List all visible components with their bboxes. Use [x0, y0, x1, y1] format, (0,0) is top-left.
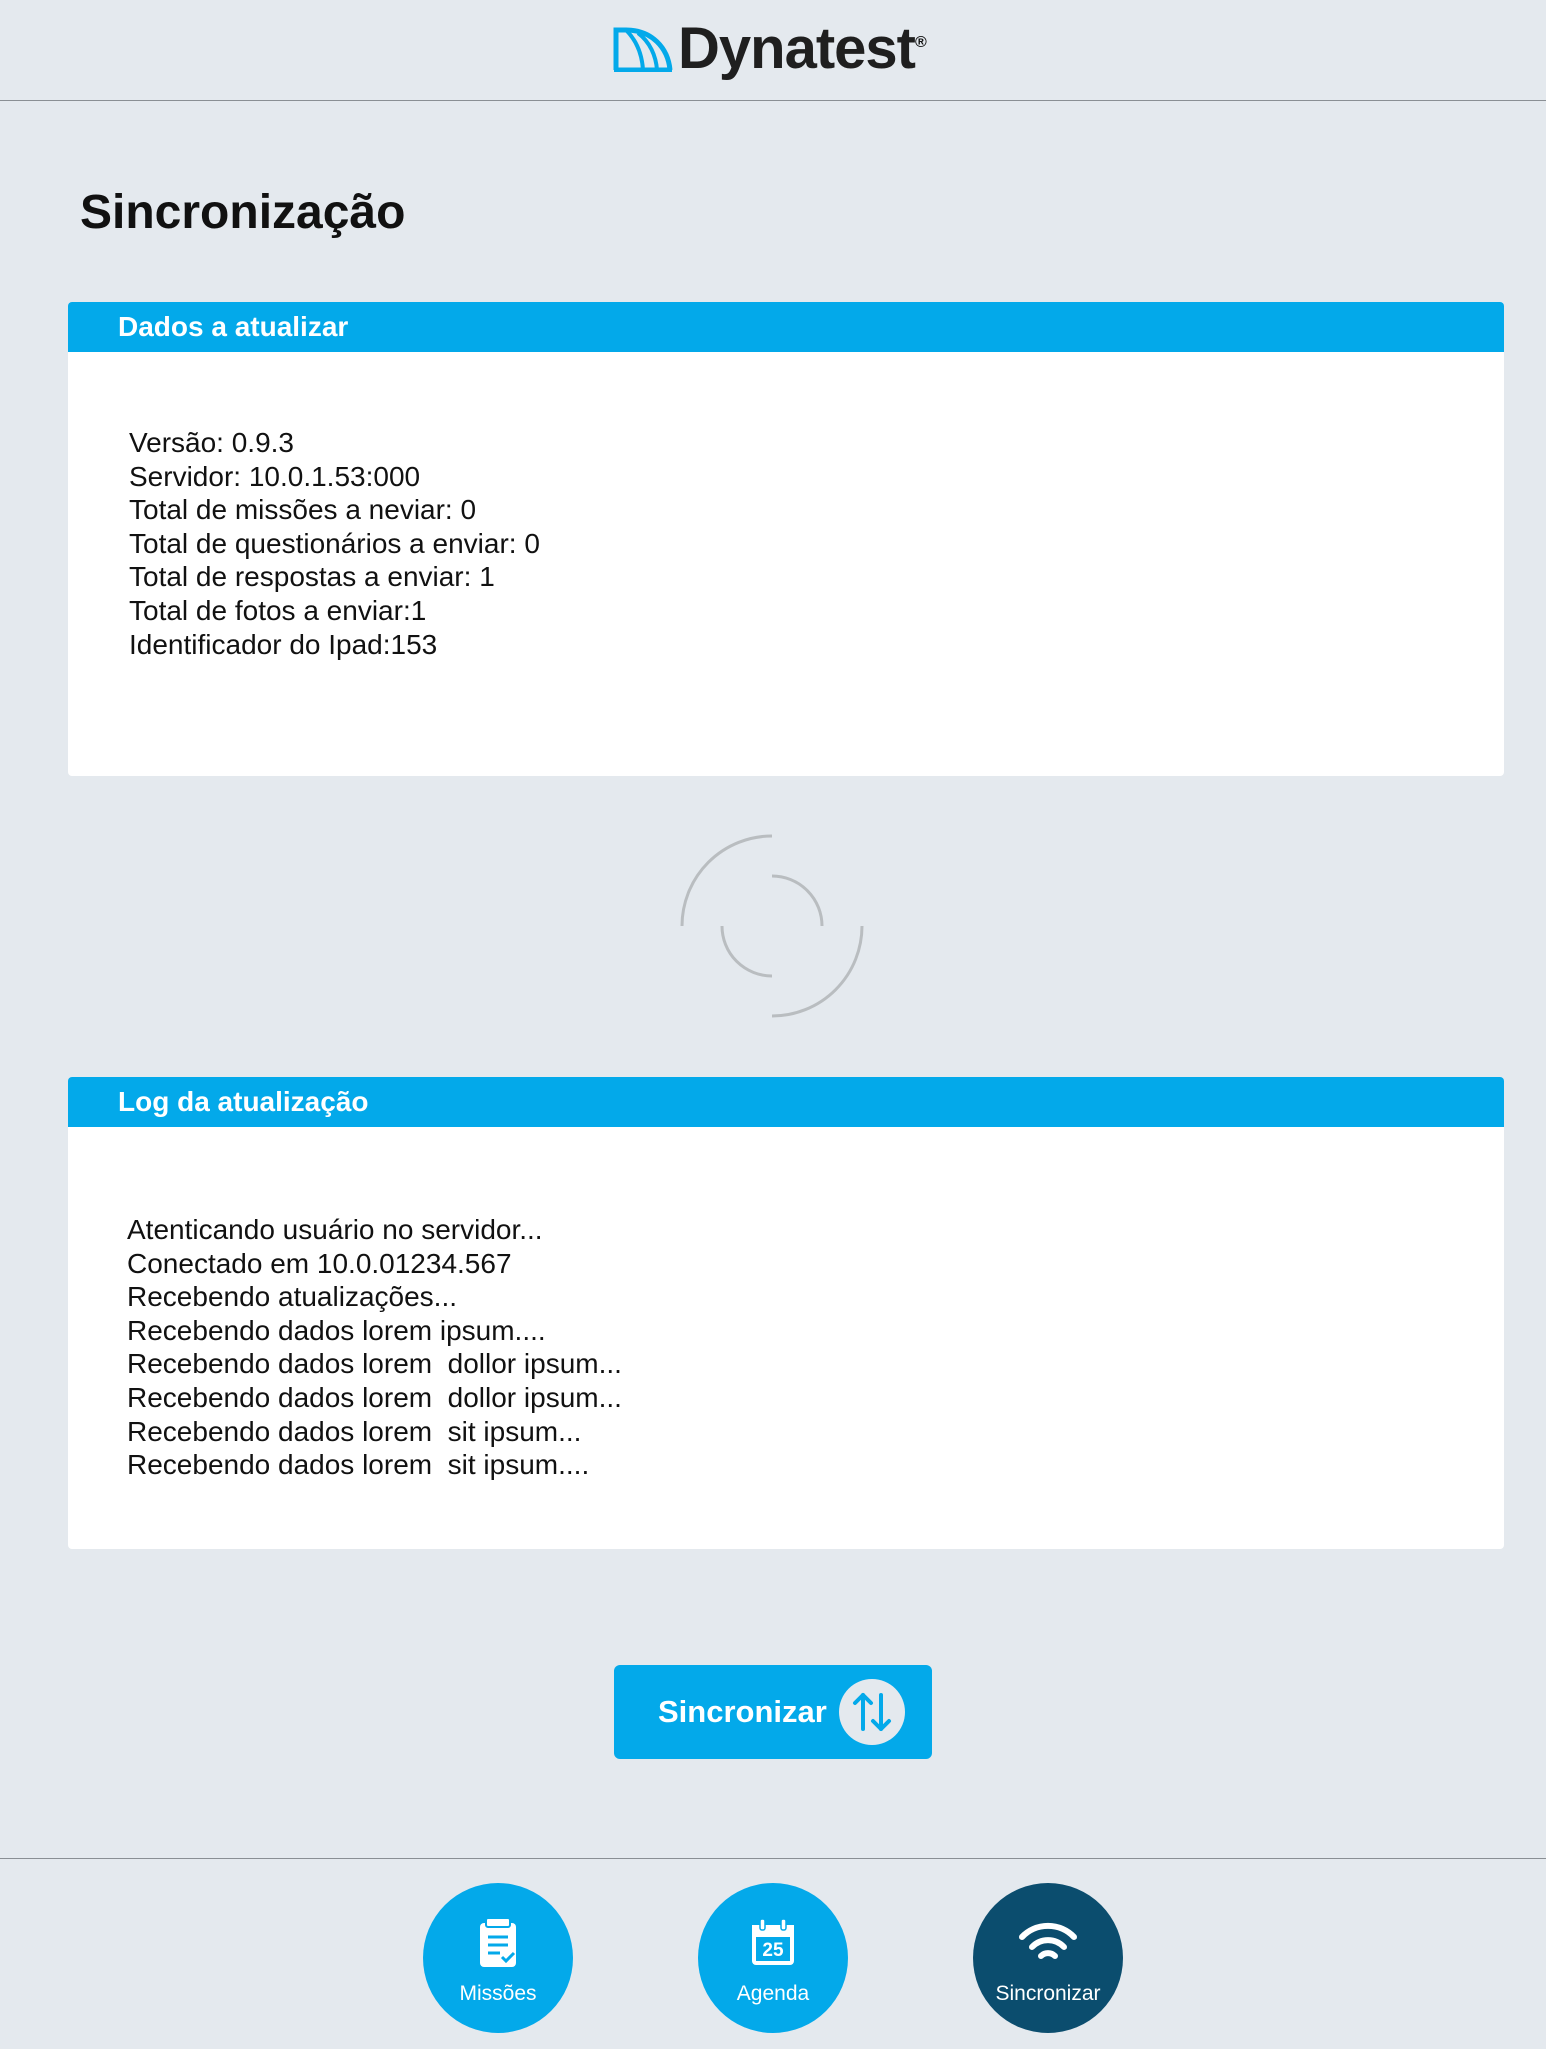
data-line: Versão: 0.9.3 [129, 427, 295, 458]
wifi-icon [1019, 1922, 1077, 1959]
log-line: Recebendo dados lorem sit ipsum... [127, 1415, 582, 1447]
nav-agenda-label: Agenda [736, 1982, 810, 2005]
logo-registered-mark: ® [914, 34, 927, 51]
sync-button-label: Sincronizar [658, 1694, 827, 1729]
data-line: Identificador do Ipad:153 [129, 628, 438, 660]
sync-button[interactable]: Sincronizar [614, 1665, 932, 1759]
log-panel-title: Log da atualização [68, 1077, 1504, 1127]
sync-arrows-icon [839, 1679, 905, 1745]
page-title: Sincronização [80, 186, 406, 239]
log-line: Recebendo dados lorem dollor ipsum... [127, 1348, 622, 1380]
nav-sincronizar-button[interactable]: Sincronizar [973, 1883, 1123, 2033]
nav-missoes-button[interactable]: Missões [423, 1883, 573, 2033]
data-panel-title: Dados a atualizar [68, 302, 1504, 352]
log-line: Recebendo dados lorem dollor ipsum... [127, 1381, 622, 1413]
logo-mark-icon [613, 27, 673, 72]
data-line: Total de questionários a enviar: 0 [129, 527, 540, 559]
log-line: Atenticando usuário no servidor... [127, 1214, 543, 1245]
log-line: Recebendo dados lorem sit ipsum.... [127, 1449, 590, 1481]
data-line: Total de respostas a enviar: 1 [129, 561, 495, 593]
log-panel-body: Atenticando usuário no servidor... Conec… [68, 1127, 1504, 1482]
data-line: Servidor: 10.0.1.53:000 [129, 460, 421, 492]
dynatest-logo: Dynatest ® [612, 14, 927, 84]
log-line: Conectado em 10.0.01234.567 [127, 1247, 512, 1279]
log-line: Recebendo dados lorem ipsum.... [127, 1314, 546, 1346]
app-header: Dynatest ® [0, 0, 1546, 101]
nav-missoes-label: Missões [459, 1982, 537, 2005]
loading-spinner-icon [680, 834, 864, 1018]
logo-text: Dynatest [678, 16, 916, 81]
log-line: Recebendo atualizações... [127, 1281, 457, 1313]
log-panel: Log da atualização Atenticando usuário n… [68, 1077, 1504, 1549]
data-panel-body: Versão: 0.9.3 Servidor: 10.0.1.53:000 To… [68, 352, 1504, 661]
data-line: Total de fotos a enviar:1 [129, 594, 427, 626]
nav-agenda-button[interactable]: 25 Agenda [698, 1883, 848, 2033]
calendar-icon: 25 [752, 1918, 794, 1965]
nav-sincronizar-label: Sincronizar [995, 1982, 1101, 2005]
bottom-nav: Missões 25 Agenda Sincronizar [0, 1858, 1546, 2049]
clipboard-check-icon [480, 1917, 516, 1967]
data-panel: Dados a atualizar Versão: 0.9.3 Servidor… [68, 302, 1504, 776]
data-line: Total de missões a neviar: 0 [129, 494, 477, 526]
calendar-day-number: 25 [762, 1940, 784, 1961]
